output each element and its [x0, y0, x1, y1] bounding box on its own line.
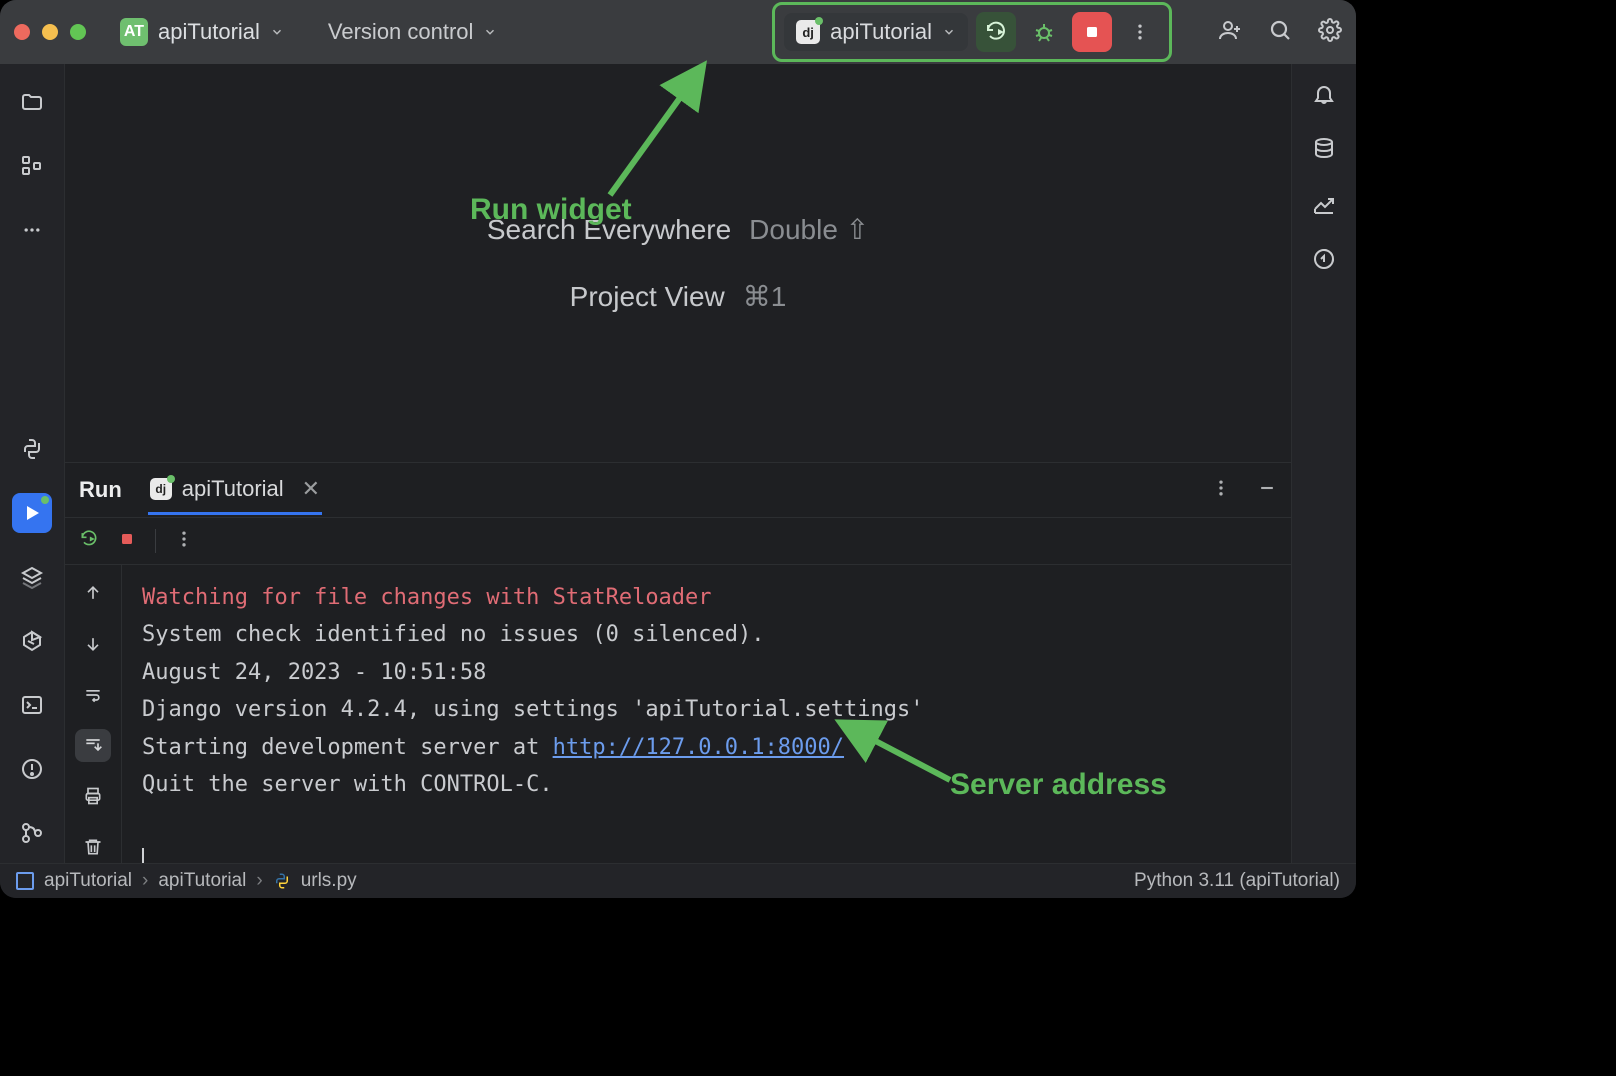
notifications-button[interactable] [1312, 82, 1336, 111]
vcs-menu-label: Version control [328, 19, 474, 45]
git-tool-button[interactable] [12, 813, 52, 853]
services-tool-button[interactable] [12, 557, 52, 597]
run-widget: dj apiTutorial [776, 6, 1168, 58]
debug-button[interactable] [1024, 12, 1064, 52]
search-everywhere-label: Search Everywhere [487, 214, 731, 246]
print-button[interactable] [75, 780, 111, 813]
left-tool-rail [0, 64, 65, 863]
project-name: apiTutorial [158, 19, 260, 45]
console-line: Django version 4.2.4, using settings 'ap… [142, 697, 923, 722]
coverage-tool-button[interactable] [1312, 247, 1336, 276]
project-view-shortcut: ⌘1 [743, 280, 787, 313]
more-actions-button[interactable] [1120, 12, 1160, 52]
run-config-name: apiTutorial [830, 19, 932, 45]
python-console-button[interactable] [12, 429, 52, 469]
vcs-menu[interactable]: Version control [328, 19, 498, 45]
run-tool-title: Run [79, 477, 122, 503]
django-icon: dj [796, 20, 820, 44]
cursor [142, 848, 144, 863]
python-file-icon [273, 872, 291, 890]
minimize-window-button[interactable] [42, 24, 58, 40]
project-avatar: AT [120, 18, 148, 46]
project-selector[interactable]: AT apiTutorial [114, 14, 290, 50]
right-tool-rail [1291, 64, 1356, 863]
hide-tool-window-button[interactable] [1257, 478, 1277, 503]
editor-empty-state: Search Everywhere Double ⇧ Project View … [65, 64, 1291, 462]
rerun-toolbar-button[interactable] [79, 529, 99, 554]
terminal-tool-button[interactable] [12, 685, 52, 725]
window-controls [14, 24, 86, 40]
console-gutter [65, 565, 122, 863]
console-output[interactable]: Watching for file changes with StatReloa… [122, 565, 1291, 863]
breadcrumb-item: apiTutorial [44, 870, 132, 892]
breadcrumb[interactable]: apiTutorial › apiTutorial › urls.py [16, 870, 357, 892]
soft-wrap-button[interactable] [75, 678, 111, 711]
console-line: Watching for file changes with StatReloa… [142, 585, 712, 610]
run-config-selector[interactable]: dj apiTutorial [784, 13, 968, 51]
console-line: August 24, 2023 - 10:51:58 [142, 660, 486, 685]
stop-toolbar-button[interactable] [117, 529, 137, 554]
run-tab-label: apiTutorial [182, 476, 284, 502]
python-packages-button[interactable] [12, 621, 52, 661]
more-tool-button[interactable] [12, 210, 52, 250]
down-stack-button[interactable] [75, 628, 111, 661]
run-tab-options-button[interactable] [1211, 478, 1231, 503]
console-line: System check identified no issues (0 sil… [142, 622, 765, 647]
status-bar: apiTutorial › apiTutorial › urls.py Pyth… [0, 863, 1356, 898]
search-everywhere-shortcut: Double ⇧ [749, 213, 869, 246]
run-tool-window: Run dj apiTutorial ✕ [65, 462, 1291, 863]
search-button[interactable] [1268, 18, 1292, 47]
breadcrumb-item: urls.py [301, 870, 357, 892]
breadcrumb-item: apiTutorial [158, 870, 246, 892]
chevron-down-icon [270, 25, 284, 39]
structure-tool-button[interactable] [12, 146, 52, 186]
zoom-window-button[interactable] [70, 24, 86, 40]
project-view-label: Project View [570, 281, 725, 313]
console-line: Starting development server at [142, 735, 553, 760]
run-tool-button[interactable] [12, 493, 52, 533]
database-tool-button[interactable] [1312, 137, 1336, 166]
server-url-link[interactable]: http://127.0.0.1:8000/ [553, 735, 844, 760]
code-with-me-button[interactable] [1218, 18, 1242, 47]
rerun-button[interactable] [976, 12, 1016, 52]
close-tab-icon[interactable]: ✕ [302, 476, 320, 502]
up-stack-button[interactable] [75, 577, 111, 610]
run-tab[interactable]: dj apiTutorial ✕ [148, 466, 322, 515]
chevron-down-icon [483, 25, 497, 39]
settings-button[interactable] [1318, 18, 1342, 47]
toolbar-more-button[interactable] [174, 529, 194, 554]
console-line: Quit the server with CONTROL-C. [142, 772, 553, 797]
stop-button[interactable] [1072, 12, 1112, 52]
title-bar-right [1218, 18, 1342, 47]
project-tool-button[interactable] [12, 82, 52, 122]
title-bar: AT apiTutorial Version control dj apiTut… [0, 0, 1356, 64]
chevron-down-icon [942, 25, 956, 39]
close-window-button[interactable] [14, 24, 30, 40]
interpreter-selector[interactable]: Python 3.11 (apiTutorial) [1134, 870, 1340, 892]
clear-button[interactable] [75, 830, 111, 863]
scroll-to-end-button[interactable] [75, 729, 111, 762]
problems-tool-button[interactable] [12, 749, 52, 789]
module-icon [16, 872, 34, 890]
endpoints-tool-button[interactable] [1312, 192, 1336, 221]
django-icon: dj [150, 478, 172, 500]
